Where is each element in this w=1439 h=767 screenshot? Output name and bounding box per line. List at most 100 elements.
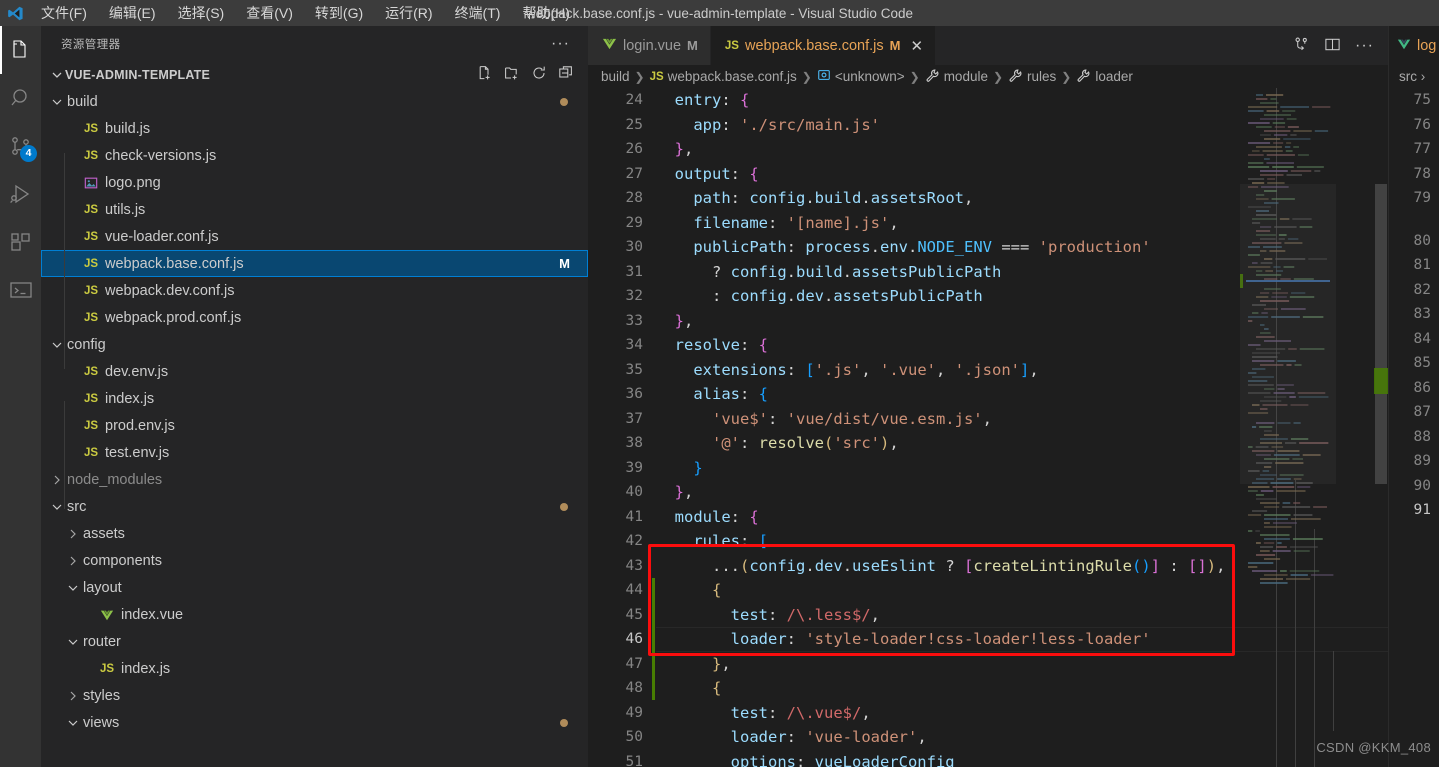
more-actions-icon[interactable]: ··· bbox=[1355, 37, 1374, 53]
new-file-icon[interactable] bbox=[477, 65, 493, 84]
menu-item-1[interactable]: 编辑(E) bbox=[98, 0, 167, 26]
tree-file-row[interactable]: JS index.js bbox=[41, 655, 588, 682]
explorer-actions[interactable] bbox=[477, 65, 588, 84]
tree-file-row[interactable]: JS build.js bbox=[41, 115, 588, 142]
code-token: config bbox=[749, 189, 806, 207]
code-token: assetsPublicPath bbox=[833, 287, 983, 305]
tree-file-row[interactable]: JS utils.js bbox=[41, 196, 588, 223]
activity-extensions-icon[interactable] bbox=[0, 218, 41, 266]
activity-search-icon[interactable] bbox=[0, 74, 41, 122]
code-line[interactable]: test: /\.vue$/, bbox=[656, 701, 1225, 726]
chevron-down-icon bbox=[49, 499, 65, 515]
code-line[interactable]: '@': resolve('src'), bbox=[656, 431, 1225, 456]
split-editor-icon[interactable] bbox=[1324, 36, 1341, 56]
breadcrumb-item-1[interactable]: JS webpack.base.conf.js bbox=[650, 69, 797, 84]
tree-folder-row[interactable]: build bbox=[41, 88, 588, 115]
code-line[interactable]: : config.dev.assetsPublicPath bbox=[656, 284, 1225, 309]
code-line[interactable]: }, bbox=[656, 309, 1225, 334]
tree-file-row[interactable]: JS prod.env.js bbox=[41, 412, 588, 439]
editor-tab-0[interactable]: login.vue M bbox=[588, 26, 711, 65]
tree-folder-row[interactable]: router bbox=[41, 628, 588, 655]
menu-bar[interactable]: 文件(F) 编辑(E) 选择(S) 查看(V) 转到(G) 运行(R) 终端(T) 帮助(H) bbox=[30, 0, 581, 26]
tree-file-row[interactable]: JS webpack.dev.conf.js bbox=[41, 277, 588, 304]
tree-folder-row[interactable]: layout bbox=[41, 574, 588, 601]
breadcrumb-item-2[interactable]: <unknown> bbox=[817, 68, 905, 85]
menu-item-4[interactable]: 转到(G) bbox=[304, 0, 374, 26]
workspace-root-row[interactable]: VUE-ADMIN-TEMPLATE bbox=[41, 61, 588, 88]
tree-folder-row[interactable]: config bbox=[41, 331, 588, 358]
new-folder-icon[interactable] bbox=[504, 65, 520, 84]
breadcrumb[interactable]: build ❯ JS webpack.base.conf.js ❯ <unknown> ❯ m… bbox=[588, 65, 1388, 88]
tree-file-row[interactable]: JS dev.env.js bbox=[41, 358, 588, 385]
tree-file-row[interactable]: JS test.env.js bbox=[41, 439, 588, 466]
code-line[interactable]: } bbox=[656, 456, 1225, 481]
file-tree[interactable]: build JS build.js JS check-versions.js logo.p… bbox=[41, 88, 588, 736]
tree-file-row[interactable]: JS webpack.prod.conf.js bbox=[41, 304, 588, 331]
breadcrumb-item-4[interactable]: rules bbox=[1008, 68, 1056, 86]
pane2-tab-login-vue[interactable]: log bbox=[1389, 26, 1439, 65]
refresh-icon[interactable] bbox=[531, 65, 547, 84]
tree-folder-row[interactable]: node_modules bbox=[41, 466, 588, 493]
code-line[interactable]: publicPath: process.env.NODE_ENV === 'pr… bbox=[656, 235, 1225, 260]
scrollbar-thumb[interactable] bbox=[1375, 184, 1387, 484]
split-diff-icon[interactable] bbox=[1293, 36, 1310, 56]
pane2-tabs[interactable]: log bbox=[1389, 26, 1439, 65]
tree-folder-row[interactable]: views bbox=[41, 709, 588, 736]
code-token: process bbox=[805, 238, 871, 256]
tree-file-row[interactable]: JS check-versions.js bbox=[41, 142, 588, 169]
breadcrumb-item-3[interactable]: module bbox=[925, 68, 988, 86]
tree-folder-row[interactable]: components bbox=[41, 547, 588, 574]
menu-item-0[interactable]: 文件(F) bbox=[30, 0, 98, 26]
tab-list[interactable]: login.vue M JS webpack.base.conf.js M ✕ bbox=[588, 26, 937, 65]
menu-item-6[interactable]: 终端(T) bbox=[444, 0, 512, 26]
breadcrumb-item-5[interactable]: loader bbox=[1076, 68, 1133, 86]
code-line[interactable]: resolve: { bbox=[656, 333, 1225, 358]
code-token: : bbox=[786, 728, 806, 746]
code-line[interactable]: filename: '[name].js', bbox=[656, 211, 1225, 236]
menu-item-7[interactable]: 帮助(H) bbox=[511, 0, 580, 26]
editor-tab-actions[interactable]: ··· bbox=[1293, 26, 1388, 65]
breadcrumb-item-0[interactable]: build bbox=[601, 69, 630, 84]
code-line[interactable]: 'vue$': 'vue/dist/vue.esm.js', bbox=[656, 407, 1225, 432]
activity-explorer-icon[interactable] bbox=[0, 26, 41, 74]
editor-tabs[interactable]: login.vue M JS webpack.base.conf.js M ✕ ··· bbox=[588, 26, 1388, 65]
editor-tab-1[interactable]: JS webpack.base.conf.js M ✕ bbox=[710, 26, 937, 65]
activity-terminal-icon[interactable] bbox=[0, 266, 41, 314]
code-line[interactable]: }, bbox=[656, 480, 1225, 505]
code-line[interactable]: path: config.build.assetsRoot, bbox=[656, 186, 1225, 211]
code-editor[interactable]: 24 25 26 27 28 29 30 31 32 33 34 35 36 37 38 39 40 41 42 43… bbox=[588, 88, 1388, 767]
breadcrumb-label: <unknown> bbox=[834, 69, 905, 84]
tree-folder-row[interactable]: src bbox=[41, 493, 588, 520]
menu-item-3[interactable]: 查看(V) bbox=[235, 0, 304, 26]
activity-source-control-icon[interactable]: 4 bbox=[0, 122, 41, 170]
activity-run-debug-icon[interactable] bbox=[0, 170, 41, 218]
minimap-slider[interactable] bbox=[1240, 184, 1336, 484]
code-text[interactable]: entry: { app: './src/main.js' }, output:… bbox=[656, 88, 1226, 767]
collapse-all-icon[interactable] bbox=[558, 65, 574, 84]
tree-file-row[interactable]: logo.png bbox=[41, 169, 588, 196]
code-line[interactable]: alias: { bbox=[656, 382, 1225, 407]
close-icon[interactable]: ✕ bbox=[910, 37, 923, 55]
tree-file-row[interactable]: index.vue bbox=[41, 601, 588, 628]
code-line[interactable]: options: vueLoaderConfig bbox=[656, 750, 1225, 767]
code-line[interactable]: extensions: ['.js', '.vue', '.json'], bbox=[656, 358, 1225, 383]
code-line[interactable]: { bbox=[656, 676, 1225, 701]
pane2-breadcrumb[interactable]: src › bbox=[1389, 65, 1439, 88]
code-line[interactable]: }, bbox=[656, 137, 1225, 162]
code-line[interactable]: entry: { bbox=[656, 88, 1225, 113]
activity-bar[interactable]: 4 bbox=[0, 26, 41, 767]
code-line[interactable]: output: { bbox=[656, 162, 1225, 187]
tree-folder-row[interactable]: assets bbox=[41, 520, 588, 547]
tree-file-row[interactable]: JS vue-loader.conf.js bbox=[41, 223, 588, 250]
code-line[interactable]: module: { bbox=[656, 505, 1225, 530]
code-line[interactable]: loader: 'vue-loader', bbox=[656, 725, 1225, 750]
vertical-scrollbar[interactable] bbox=[1374, 88, 1388, 767]
tree-folder-row[interactable]: styles bbox=[41, 682, 588, 709]
code-line[interactable]: app: './src/main.js' bbox=[656, 113, 1225, 138]
tree-file-row[interactable]: JS webpack.base.conf.js M bbox=[41, 250, 588, 277]
tree-file-row[interactable]: JS index.js bbox=[41, 385, 588, 412]
sidebar-more-icon[interactable]: ··· bbox=[551, 35, 570, 51]
menu-item-2[interactable]: 选择(S) bbox=[167, 0, 236, 26]
code-line[interactable]: ? config.build.assetsPublicPath bbox=[656, 260, 1225, 285]
menu-item-5[interactable]: 运行(R) bbox=[374, 0, 443, 26]
